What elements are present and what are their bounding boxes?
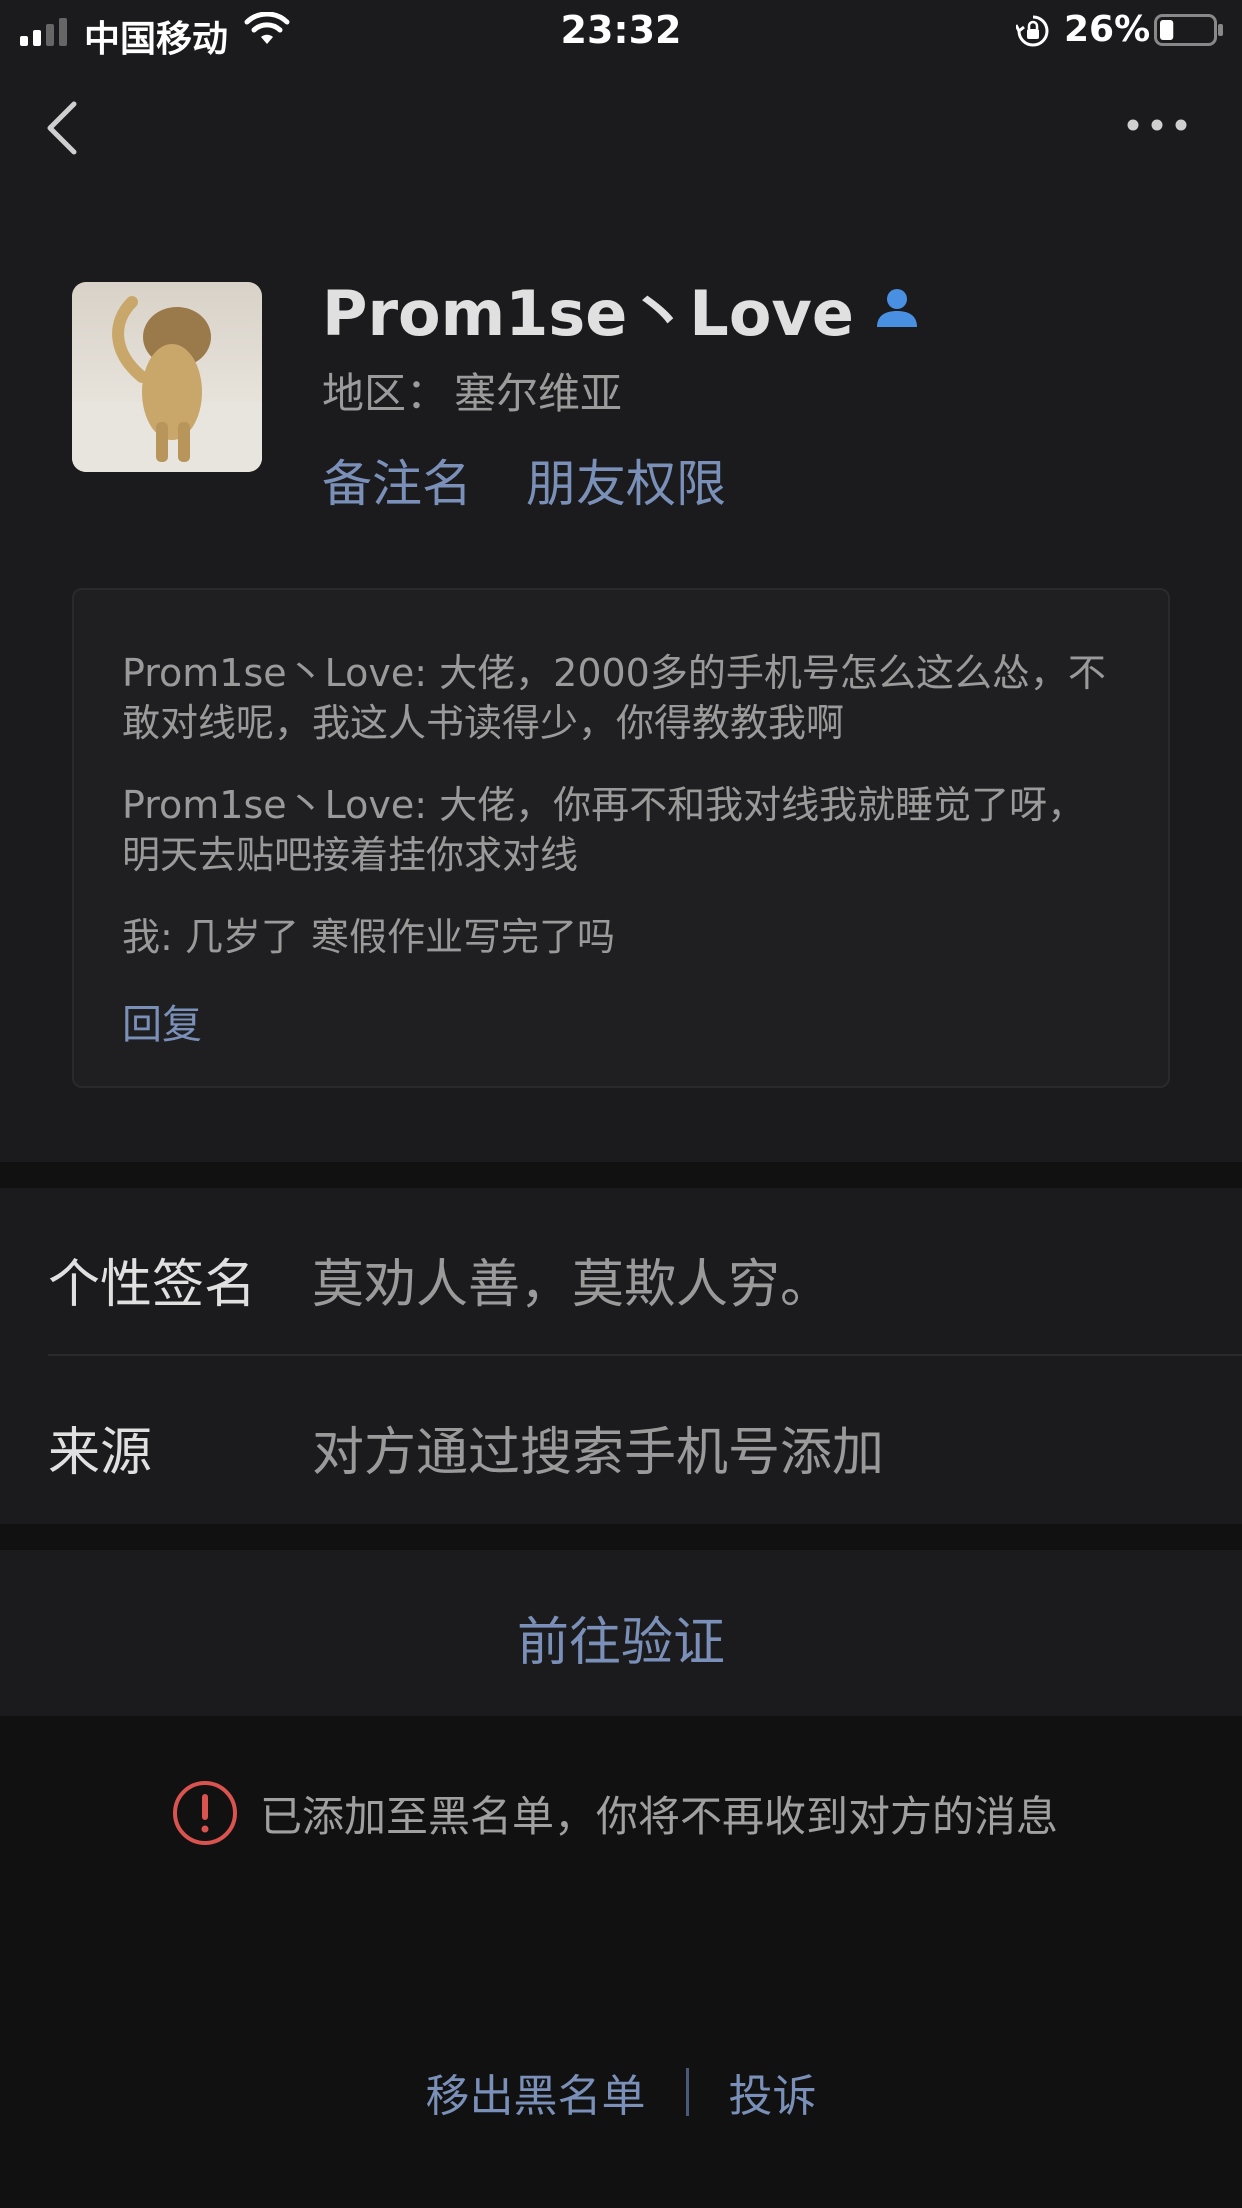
remark-name-link[interactable]: 备注名: [322, 444, 472, 516]
message-item: Prom1se丶Love: 大佬，你再不和我对线我就睡觉了呀，明天去贴吧接着挂你…: [122, 783, 1086, 877]
remove-from-blacklist-link[interactable]: 移出黑名单: [426, 2060, 646, 2124]
more-horizontal-icon: [1127, 119, 1187, 131]
region-label: 地区：: [322, 369, 449, 418]
signature-row: 个性签名 莫劝人善，莫欺人穷。: [0, 1188, 1242, 1356]
go-verify-button[interactable]: 前往验证: [0, 1600, 1242, 1675]
battery-icon: [1154, 14, 1223, 46]
signature-value: 莫劝人善，莫欺人穷。: [312, 1255, 833, 1315]
divider: [685, 2068, 689, 2116]
clock-time: 23:32: [560, 8, 682, 52]
rotation-lock-icon: [1016, 15, 1049, 47]
display-name: Prom1se丶Love: [322, 277, 854, 350]
more-button[interactable]: [1124, 110, 1190, 140]
info-section: 个性签名 莫劝人善，莫欺人穷。 来源 对方通过搜索手机号添加: [0, 1188, 1242, 1524]
region-value: 塞尔维亚: [454, 369, 623, 418]
signature-label: 个性签名: [48, 1255, 257, 1315]
profile-actions: 备注名 朋友权限: [322, 444, 726, 516]
verify-section: 前往验证: [0, 1550, 1242, 1716]
source-row: 来源 对方通过搜索手机号添加: [0, 1356, 1242, 1524]
source-value: 对方通过搜索手机号添加: [312, 1423, 885, 1483]
profile-header: Prom1se丶Love 地区： 塞尔维亚 备注名 朋友权限 Prom1se丶Lo…: [0, 62, 1242, 1162]
warning-icon: [173, 1781, 237, 1845]
person-icon: [876, 289, 917, 327]
friend-permissions-link[interactable]: 朋友权限: [526, 444, 726, 516]
notice-text: 已添加至黑名单，你将不再收到对方的消息: [260, 1791, 1059, 1841]
back-button[interactable]: [40, 96, 90, 160]
profile-page: 中国移动 23:32 26% Prom1se丶Love 地区： 塞尔维亚 备注名…: [0, 0, 1242, 2208]
message-item: 我: 几岁了 寒假作业写完了吗: [122, 915, 615, 959]
region-info: 地区： 塞尔维亚: [322, 360, 622, 421]
reply-link[interactable]: 回复: [122, 992, 202, 1050]
report-link[interactable]: 投诉: [729, 2060, 817, 2124]
status-bar: 中国移动 23:32 26%: [0, 0, 1242, 62]
blacklist-notice: 已添加至黑名单，你将不再收到对方的消息: [172, 1778, 1058, 1848]
bottom-actions: 移出黑名单 投诉: [0, 2060, 1242, 2124]
battery-percent: 26%: [1064, 9, 1151, 50]
message-card: Prom1se丶Love: 大佬，2000多的手机号怎么这么怂，不敢对线呢，我这…: [72, 588, 1170, 1088]
avatar[interactable]: [72, 282, 262, 472]
chevron-left-icon: [47, 101, 77, 155]
message-item: Prom1se丶Love: 大佬，2000多的手机号怎么这么怂，不敢对线呢，我这…: [122, 651, 1106, 745]
name-row: Prom1se丶Love: [322, 268, 920, 350]
source-label: 来源: [48, 1423, 153, 1483]
